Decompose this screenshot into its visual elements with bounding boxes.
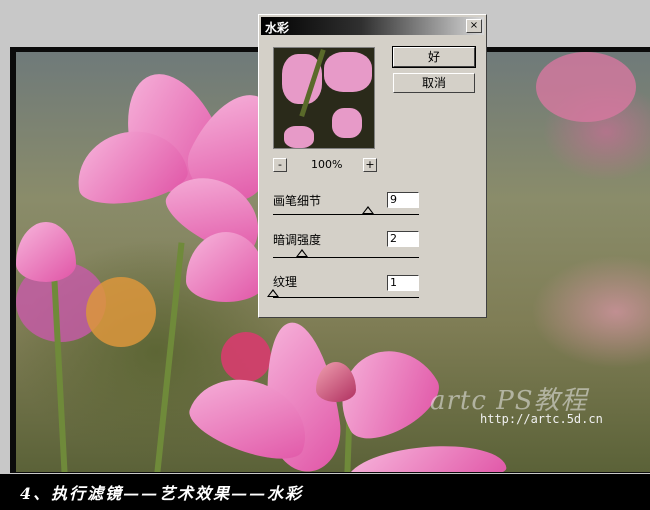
texture-slider-track[interactable]: [273, 297, 419, 298]
flower-petal: [344, 440, 508, 472]
brush-detail-slider-track[interactable]: [273, 214, 419, 215]
preview-petal: [332, 108, 362, 138]
texture-label: 纹理: [273, 275, 298, 289]
step-caption: 4、执行滤镜——艺术效果——水彩: [20, 484, 304, 503]
zoom-out-button[interactable]: -: [273, 158, 287, 172]
watercolor-dialog: 水彩 × 好 取消 - 100% + 画笔细节 9 暗调强度 2 纹理 1: [258, 14, 487, 318]
flower-bud: [316, 362, 356, 402]
ok-button[interactable]: 好: [392, 46, 476, 68]
texture-input[interactable]: 1: [387, 275, 419, 291]
texture-slider-thumb[interactable]: [267, 289, 279, 297]
brush-detail-slider-thumb[interactable]: [361, 206, 374, 214]
shadow-intensity-label: 暗调强度: [273, 233, 322, 247]
close-button[interactable]: ×: [466, 19, 482, 33]
dialog-title: 水彩: [265, 21, 290, 35]
flower-center: [86, 277, 156, 347]
flower-petal: [16, 222, 76, 282]
cancel-button[interactable]: 取消: [393, 73, 475, 93]
shadow-intensity-input[interactable]: 2: [387, 231, 419, 247]
shadow-intensity-slider-track[interactable]: [273, 257, 419, 258]
background-flower: [536, 52, 636, 122]
flower-stem: [153, 242, 185, 472]
watermark-url: http://artc.5d.cn: [480, 412, 603, 426]
preview-window[interactable]: [273, 47, 375, 149]
preview-petal: [284, 126, 314, 148]
brush-detail-input[interactable]: 9: [387, 192, 419, 208]
brush-detail-label: 画笔细节: [273, 194, 322, 208]
zoom-in-button[interactable]: +: [363, 158, 377, 172]
zoom-level: 100%: [311, 158, 343, 171]
flower-bud: [221, 332, 271, 382]
preview-petal: [324, 52, 372, 92]
dialog-titlebar[interactable]: 水彩 ×: [261, 17, 484, 35]
shadow-intensity-slider-thumb[interactable]: [296, 249, 309, 257]
